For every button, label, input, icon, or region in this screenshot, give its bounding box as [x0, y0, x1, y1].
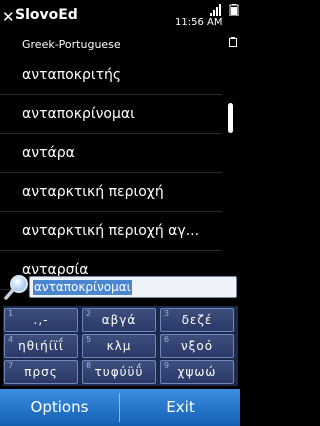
key-label: πρσς — [24, 365, 58, 379]
scroll-thumb[interactable] — [228, 103, 233, 133]
key-number: 9 — [164, 361, 170, 370]
list-item[interactable]: ανταρκτική περιοχή — [0, 173, 222, 212]
close-icon[interactable]: ✕ — [2, 9, 15, 25]
key-number: 5 — [86, 335, 92, 344]
softkey-divider — [119, 393, 120, 422]
key-number: 6 — [164, 335, 170, 344]
key-9[interactable]: 9 χψωώ — [160, 360, 234, 384]
magnifier-icon — [4, 275, 28, 300]
key-7[interactable]: 7 πρσς — [4, 360, 78, 384]
list-item[interactable]: ανταρκτική περιοχή αγ... — [0, 212, 222, 251]
key-number: 7 — [8, 361, 14, 370]
clock: 11:56 AM — [175, 17, 223, 28]
key-number: 1 — [8, 309, 14, 318]
key-label: τυφύϋΰ — [94, 365, 144, 379]
search-input[interactable]: ανταποκρίνομαι — [29, 276, 237, 298]
word-list: ανταποκριτής ανταποκρίνομαι αντάρα ανταρκτι… — [0, 56, 222, 290]
battery-icon — [229, 4, 239, 16]
dictionary-name: Greek-Portuguese — [22, 38, 121, 51]
key-label: χψωώ — [177, 365, 217, 379]
key-number: 8 — [86, 361, 92, 370]
key-label: αβγά — [101, 313, 137, 327]
key-label: κλμ — [106, 339, 132, 353]
key-label: δεζέ — [181, 313, 213, 327]
exit-softkey[interactable]: Exit — [121, 389, 240, 426]
signal-icon — [210, 4, 221, 16]
key-4[interactable]: 4 ηθιήίϊΐ — [4, 334, 78, 358]
key-label: .,- — [33, 313, 49, 327]
key-label: νξοό — [180, 339, 214, 353]
softkey-bar: Options Exit — [0, 389, 240, 426]
key-1[interactable]: 1 .,- — [4, 308, 78, 332]
title-bar: ✕ SlovoEd 11:56 AM — [0, 0, 240, 47]
list-item[interactable]: αντάρα — [0, 134, 222, 173]
search-input-value: ανταποκρίνομαι — [33, 280, 132, 295]
list-item-label: ανταποκρίνομαι — [22, 106, 135, 122]
key-label: ηθιήίϊΐ — [18, 339, 64, 353]
key-2[interactable]: 2 αβγά — [82, 308, 156, 332]
search-row: ανταποκρίνομαι — [0, 272, 240, 302]
virtual-keypad: 1 .,- 2 αβγά 3 δεζέ 4 ηθιήίϊΐ 5 κλμ 6 νξοό 7 πρσς 8 τυφ… — [3, 306, 238, 386]
key-3[interactable]: 3 δεζέ — [160, 308, 234, 332]
key-number: 3 — [164, 309, 170, 318]
app-title: SlovoEd — [15, 7, 78, 23]
key-8[interactable]: 8 τυφύϋΰ — [82, 360, 156, 384]
status-indicator-icon — [229, 37, 237, 47]
scrollbar[interactable] — [227, 54, 235, 260]
list-item-label: ανταρκτική περιοχή — [22, 184, 164, 200]
key-6[interactable]: 6 νξοό — [160, 334, 234, 358]
list-item-label: αντάρα — [22, 145, 75, 161]
options-softkey[interactable]: Options — [0, 389, 119, 426]
list-item[interactable]: ανταποκρίνομαι — [0, 95, 222, 134]
key-number: 4 — [8, 335, 14, 344]
list-item[interactable]: ανταποκριτής — [0, 56, 222, 95]
key-number: 2 — [86, 309, 92, 318]
key-5[interactable]: 5 κλμ — [82, 334, 156, 358]
list-item-label: ανταρκτική περιοχή αγ... — [22, 223, 200, 239]
list-item-label: ανταποκριτής — [22, 67, 122, 83]
